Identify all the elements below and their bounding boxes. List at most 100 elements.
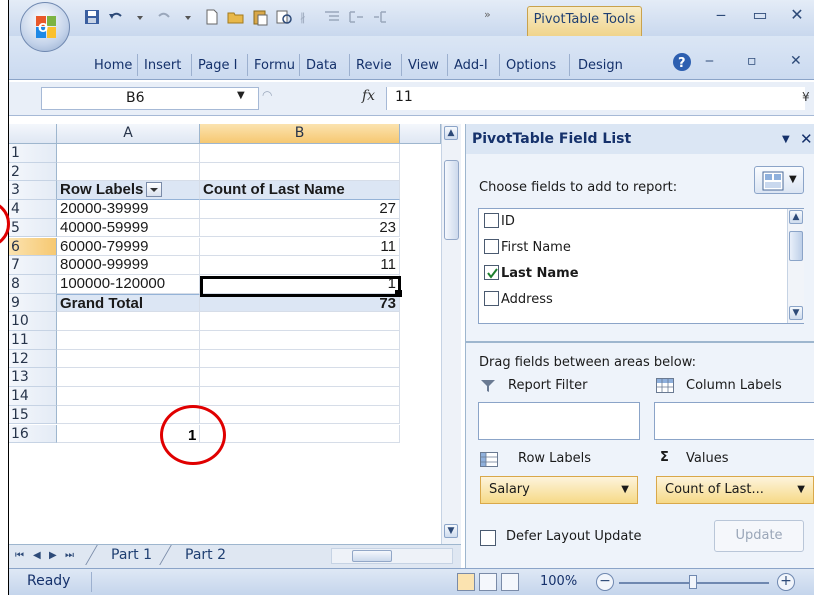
group-icon[interactable] bbox=[347, 8, 365, 26]
zoom-level[interactable]: 100% bbox=[540, 574, 577, 589]
paste-icon[interactable] bbox=[251, 8, 269, 26]
cell-b11[interactable] bbox=[200, 331, 400, 350]
horizontal-scrollbar[interactable] bbox=[331, 548, 453, 564]
checkbox[interactable] bbox=[484, 239, 499, 254]
page-layout-view-icon[interactable] bbox=[479, 573, 497, 591]
new-document-icon[interactable] bbox=[203, 8, 221, 26]
formula-input[interactable]: 11 bbox=[386, 87, 805, 110]
vertical-scrollbar[interactable]: ▲ ▼ bbox=[441, 124, 461, 544]
pane-splitter[interactable] bbox=[466, 341, 814, 343]
cell-a10[interactable] bbox=[57, 312, 200, 331]
row-header[interactable]: 2 bbox=[9, 162, 57, 182]
tab-review[interactable]: Revie bbox=[353, 55, 395, 77]
cell-a13[interactable] bbox=[57, 368, 200, 388]
field-list-scroll-thumb[interactable] bbox=[789, 231, 803, 261]
scroll-down-icon[interactable]: ▼ bbox=[789, 306, 803, 320]
dropdown-icon[interactable]: ▼ bbox=[797, 477, 805, 503]
row-header[interactable]: 12 bbox=[9, 349, 57, 369]
filter-dropdown-icon[interactable] bbox=[146, 181, 163, 197]
update-button[interactable]: Update bbox=[714, 520, 804, 552]
ungroup-icon[interactable] bbox=[371, 8, 389, 26]
first-sheet-icon[interactable]: ⏮ bbox=[15, 550, 24, 561]
grand-total-label[interactable]: Grand Total bbox=[57, 293, 200, 313]
cell-b14[interactable] bbox=[200, 387, 400, 406]
normal-view-icon[interactable] bbox=[457, 573, 475, 591]
expand-formula-bar-icon[interactable]: ¥ bbox=[802, 90, 810, 104]
tab-view[interactable]: View bbox=[405, 55, 442, 77]
close-icon[interactable]: ✕ bbox=[786, 4, 808, 26]
checkbox-checked[interactable] bbox=[484, 265, 499, 280]
tab-add-ins[interactable]: Add-I bbox=[451, 55, 491, 77]
defer-layout-checkbox[interactable] bbox=[480, 530, 496, 546]
cell-b13[interactable] bbox=[200, 368, 400, 388]
qat-overflow[interactable]: » bbox=[484, 8, 491, 26]
tab-formulas[interactable]: Formu bbox=[251, 55, 298, 77]
value-field-count-of-last-name[interactable]: Count of Last... ▼ bbox=[656, 476, 814, 504]
field-list[interactable]: ID First Name Last Name Address ▲ ▼ bbox=[478, 208, 804, 324]
column-labels-drop-area[interactable] bbox=[654, 402, 814, 440]
maximize-icon[interactable]: ▭ bbox=[749, 4, 771, 26]
undo-icon[interactable] bbox=[107, 8, 125, 26]
cell-a8[interactable]: 100000-120000 bbox=[57, 274, 200, 294]
cell-a6[interactable]: 60000-79999 bbox=[57, 237, 200, 257]
field-layout-button[interactable]: ▼ bbox=[754, 166, 804, 194]
row-header[interactable]: 16 bbox=[9, 424, 57, 444]
indent-icon[interactable] bbox=[323, 8, 341, 26]
scroll-up-icon[interactable]: ▲ bbox=[789, 210, 803, 224]
pane-options-icon[interactable]: ▼ bbox=[782, 134, 790, 145]
row-header[interactable]: 10 bbox=[9, 312, 57, 331]
redo-icon[interactable] bbox=[155, 8, 173, 26]
cell-a5[interactable]: 40000-59999 bbox=[57, 218, 200, 238]
vertical-scroll-thumb[interactable] bbox=[444, 160, 459, 240]
horizontal-scroll-thumb[interactable] bbox=[352, 550, 392, 562]
tab-data[interactable]: Data bbox=[303, 55, 340, 77]
field-item-id[interactable]: ID bbox=[484, 212, 515, 234]
report-filter-drop-area[interactable] bbox=[478, 402, 640, 440]
sheet-tab-part-1[interactable]: Part 1 bbox=[97, 545, 152, 565]
pane-close-icon[interactable]: ✕ bbox=[800, 130, 813, 148]
minimize-icon[interactable]: ‒ bbox=[710, 4, 732, 26]
cell-b5[interactable]: 23 bbox=[200, 218, 400, 238]
row-header[interactable]: 7 bbox=[9, 256, 57, 275]
dropdown-icon[interactable]: ▼ bbox=[621, 477, 629, 503]
help-icon[interactable]: ? bbox=[672, 52, 692, 72]
worksheet-grid[interactable]: A B 1 2 3 Row Labels Count of Last Name … bbox=[9, 124, 441, 544]
cell-a11[interactable] bbox=[57, 331, 200, 350]
print-preview-icon[interactable] bbox=[275, 8, 293, 26]
scroll-up-icon[interactable]: ▲ bbox=[444, 126, 458, 140]
row-header[interactable]: 6 bbox=[9, 237, 57, 257]
row-header[interactable]: 1 bbox=[9, 144, 57, 163]
field-item-last-name[interactable]: Last Name bbox=[484, 264, 579, 286]
checkbox[interactable] bbox=[484, 291, 499, 306]
row-header[interactable]: 4 bbox=[9, 200, 57, 219]
cell-a2[interactable] bbox=[57, 162, 200, 182]
cell-b16[interactable] bbox=[200, 424, 400, 444]
fill-handle[interactable] bbox=[395, 290, 402, 297]
row-header[interactable]: 15 bbox=[9, 405, 57, 425]
sort-icon[interactable]: ∦ bbox=[299, 8, 317, 26]
row-header[interactable]: 8 bbox=[9, 274, 57, 294]
row-header[interactable]: 5 bbox=[9, 218, 57, 238]
row-field-salary[interactable]: Salary ▼ bbox=[480, 476, 638, 504]
tab-insert[interactable]: Insert bbox=[141, 55, 184, 77]
pivot-row-labels-header[interactable]: Row Labels bbox=[57, 181, 200, 201]
cell-b7[interactable]: 11 bbox=[200, 256, 400, 275]
row-header[interactable]: 13 bbox=[9, 368, 57, 388]
column-header-b[interactable]: B bbox=[200, 124, 400, 144]
row-header[interactable]: 9 bbox=[9, 293, 57, 313]
save-icon[interactable] bbox=[83, 8, 101, 26]
cell-b2[interactable] bbox=[200, 162, 400, 182]
zoom-out-icon[interactable]: − bbox=[596, 573, 614, 591]
tab-design[interactable]: Design bbox=[575, 55, 626, 77]
sheet-tab-part-2[interactable]: Part 2 bbox=[171, 545, 289, 565]
tab-home[interactable]: Home bbox=[91, 55, 135, 77]
ribbon-minimize-icon[interactable]: ‒ bbox=[705, 53, 714, 69]
cell-b4[interactable]: 27 bbox=[200, 200, 400, 219]
row-header[interactable]: 11 bbox=[9, 331, 57, 350]
dropdown-icon[interactable] bbox=[179, 8, 197, 26]
field-item-address[interactable]: Address bbox=[484, 290, 553, 312]
open-folder-icon[interactable] bbox=[227, 8, 245, 26]
name-box[interactable]: B6 bbox=[41, 87, 259, 110]
cell-b12[interactable] bbox=[200, 349, 400, 369]
field-item-first-name[interactable]: First Name bbox=[484, 238, 571, 260]
